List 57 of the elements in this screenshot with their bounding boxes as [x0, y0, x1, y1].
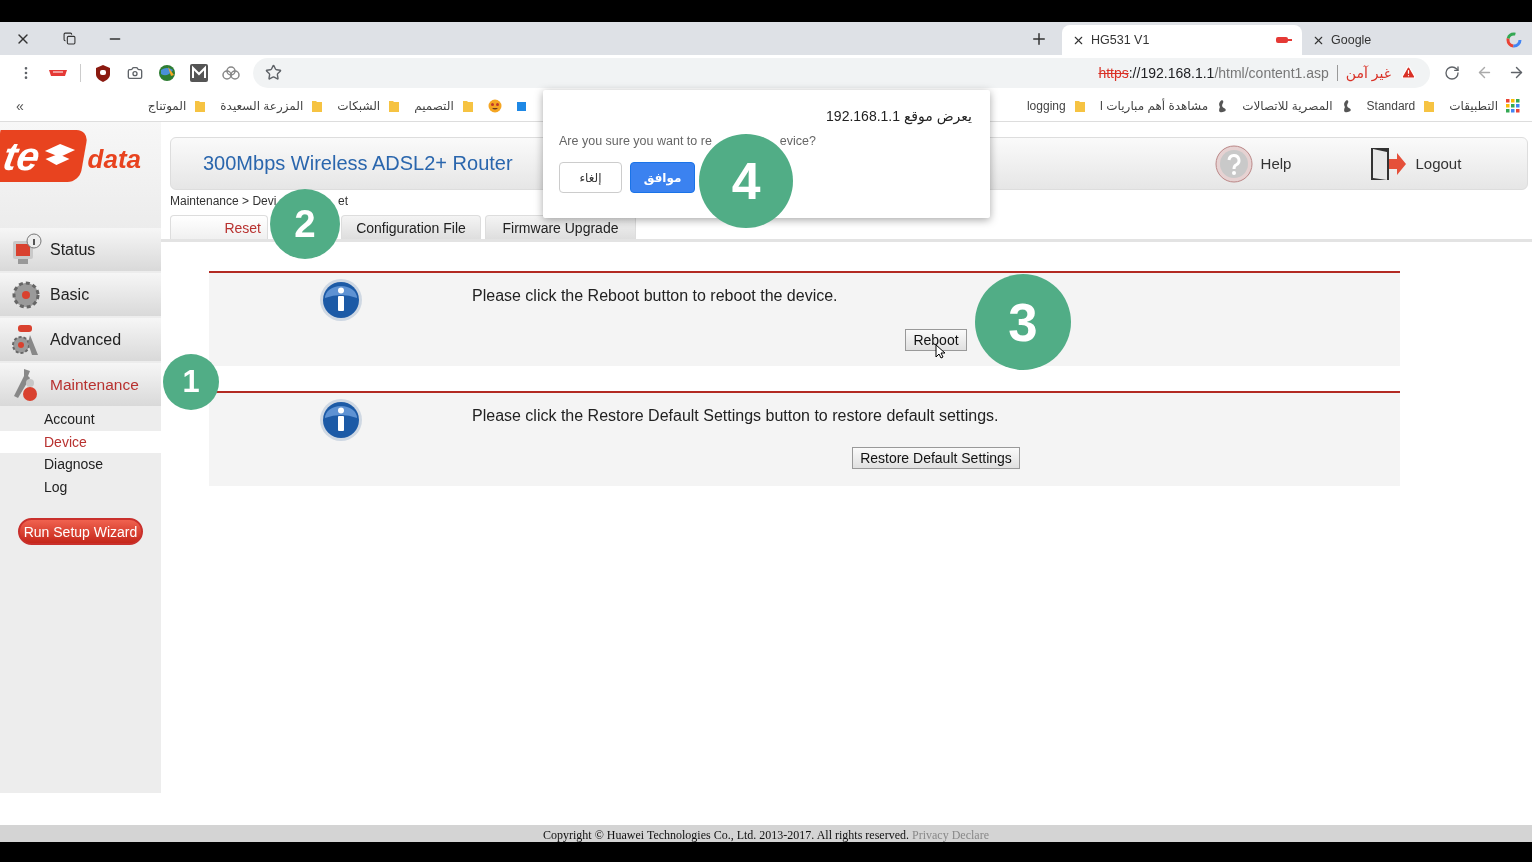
info-message: Please click the Restore Default Settings button to restore default settings. [472, 407, 1000, 425]
folder-icon [1073, 98, 1086, 113]
smiley-icon[interactable] [487, 98, 502, 113]
restore-defaults-button[interactable]: Restore Default Settings [852, 447, 1020, 469]
browser-tab[interactable]: Google [1302, 25, 1532, 55]
breadcrumb: et [338, 194, 349, 210]
nav-subitem[interactable]: Account [0, 408, 161, 431]
logo-text: data [87, 144, 142, 175]
bookmark-item[interactable]: الشبكات [337, 98, 401, 113]
nav-item[interactable]: Advanced [0, 318, 161, 361]
nav-item[interactable]: Status [0, 228, 161, 271]
bookmark-item[interactable]: المصرية للاتصالات [1242, 98, 1353, 113]
info-icon [318, 398, 363, 442]
breadcrumb: Maintenance > Devi [170, 194, 278, 210]
door-exit-icon[interactable] [1369, 145, 1408, 182]
site-icon [1216, 98, 1229, 113]
tab[interactable]: Reset [170, 215, 268, 239]
warning-icon [1401, 65, 1416, 80]
nav-item[interactable]: Maintenance [0, 363, 161, 406]
nav-subitem[interactable]: Log [0, 475, 161, 498]
logo: te [0, 130, 89, 182]
cancel-button[interactable]: إلغاء [559, 162, 622, 193]
copyright-text: Copyright © Huawei Technologies Co., Ltd. 2013-2017. All rights reserved. [543, 828, 909, 842]
folder-icon [311, 98, 324, 113]
folder-icon [194, 98, 207, 113]
tile-icon[interactable] [515, 99, 526, 112]
bookmark-item[interactable]: مشاهدة أهم مباريات ا [1099, 98, 1229, 113]
router-title: 300Mbps Wireless ADSL2+ Router [203, 152, 513, 175]
nav-item[interactable]: Basic [0, 273, 161, 316]
apps-grid-icon [1506, 98, 1520, 113]
header-link[interactable]: Logout [1415, 155, 1462, 172]
ok-button[interactable]: موافق [630, 162, 695, 193]
run-setup-wizard-button[interactable]: Run Setup Wizard [18, 518, 143, 545]
bookmark-item[interactable]: الموتناج [147, 98, 207, 113]
tab[interactable]: Configuration File [341, 215, 481, 239]
bookmark-item[interactable]: التصميم [414, 98, 474, 113]
folder-icon [1423, 98, 1436, 113]
header-link[interactable]: Help [1260, 155, 1292, 172]
tag-icon [1276, 36, 1292, 44]
bookmark-item[interactable]: Standard [1366, 98, 1436, 113]
info-message: Please click the Reboot button to reboot the device. [472, 287, 839, 305]
folder-icon [388, 98, 401, 113]
dialog-title: يعرض موقع 192.168.1.1 [826, 108, 972, 124]
folder-icon [461, 98, 474, 113]
bookmark-item[interactable]: التطبيقات [1449, 98, 1520, 113]
tab[interactable]: Firmware Upgrade [485, 215, 636, 239]
info-icon [318, 278, 363, 322]
nav-subitem[interactable]: Device [0, 430, 161, 453]
nav-subitem[interactable]: Diagnose [0, 453, 161, 476]
bookmark-item[interactable]: المزرعة السعيدة [220, 98, 324, 113]
star-icon[interactable] [265, 64, 282, 81]
restore-icon[interactable] [62, 32, 76, 45]
colored-ring-icon [1506, 32, 1522, 48]
bookmark-item[interactable]: logging [1026, 98, 1086, 113]
monitor-icon [10, 232, 42, 267]
overflow-chevron[interactable]: » [16, 97, 24, 114]
browser-tab[interactable]: HG531 V1 [1062, 25, 1302, 55]
